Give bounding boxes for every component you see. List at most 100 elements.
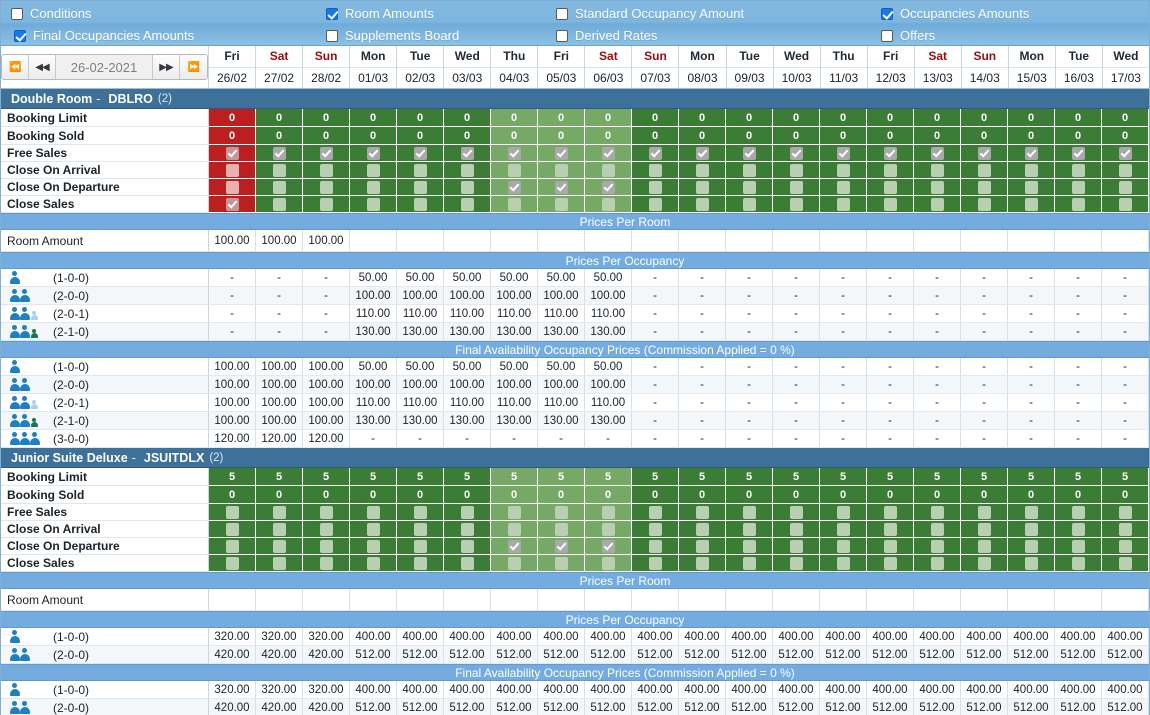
availability-checkbox-icon[interactable] — [225, 180, 239, 194]
availability-cell[interactable]: 0 — [773, 127, 820, 145]
availability-cell[interactable]: 5 — [350, 468, 397, 486]
availability-checkbox-icon[interactable] — [1071, 180, 1085, 194]
occupancy-price-cell[interactable]: 400.00 — [961, 628, 1008, 646]
availability-cell[interactable] — [961, 162, 1008, 179]
occupancy-price-cell[interactable]: 320.00 — [256, 628, 303, 646]
availability-cell[interactable]: 0 — [1008, 486, 1055, 504]
date-column[interactable]: Tue 16/03 — [1055, 46, 1103, 88]
availability-checkbox-icon[interactable] — [319, 505, 333, 519]
availability-checkbox-icon[interactable] — [601, 539, 615, 553]
room-amount-cell[interactable] — [914, 589, 961, 611]
room-amount-cell[interactable] — [961, 230, 1008, 252]
availability-checkbox-icon[interactable] — [977, 505, 991, 519]
availability-checkbox-icon[interactable] — [507, 522, 521, 536]
availability-cell[interactable] — [1102, 504, 1149, 521]
occupancy-price-cell[interactable]: 512.00 — [679, 646, 726, 664]
occupancy-price-cell[interactable]: 50.00 — [585, 269, 632, 287]
occupancy-price-cell[interactable]: 400.00 — [444, 628, 491, 646]
checkbox-icon[interactable] — [326, 7, 338, 20]
availability-checkbox-icon[interactable] — [507, 505, 521, 519]
availability-cell[interactable]: 0 — [961, 127, 1008, 145]
availability-cell[interactable]: 0 — [867, 486, 914, 504]
availability-checkbox-icon[interactable] — [883, 539, 897, 553]
availability-cell[interactable]: 0 — [1102, 127, 1149, 145]
availability-checkbox-icon[interactable] — [272, 146, 286, 160]
occupancy-price-cell[interactable]: 100.00 — [538, 287, 585, 305]
availability-cell[interactable] — [726, 504, 773, 521]
availability-cell[interactable] — [820, 145, 867, 162]
availability-cell[interactable] — [726, 162, 773, 179]
availability-cell[interactable] — [1055, 162, 1102, 179]
availability-cell[interactable]: 5 — [632, 468, 679, 486]
filter-option-derived-rates[interactable]: Derived Rates — [556, 28, 657, 43]
date-column[interactable]: Mon 01/03 — [350, 46, 398, 88]
occupancy-price-cell[interactable]: 512.00 — [726, 646, 773, 664]
availability-cell[interactable] — [820, 538, 867, 555]
availability-cell[interactable] — [491, 504, 538, 521]
occupancy-price-cell[interactable]: - — [209, 287, 256, 305]
availability-checkbox-icon[interactable] — [225, 522, 239, 536]
occupancy-price-cell[interactable]: - — [961, 323, 1008, 341]
availability-cell[interactable]: 0 — [632, 486, 679, 504]
availability-checkbox-icon[interactable] — [1071, 197, 1085, 211]
availability-cell[interactable]: 0 — [1055, 109, 1102, 127]
room-amount-cell[interactable] — [773, 230, 820, 252]
availability-checkbox-icon[interactable] — [789, 163, 803, 177]
availability-cell[interactable] — [397, 162, 444, 179]
room-amount-cell[interactable] — [1055, 589, 1102, 611]
occupancy-price-cell[interactable]: 512.00 — [773, 646, 820, 664]
availability-cell[interactable] — [585, 179, 632, 196]
availability-cell[interactable]: 0 — [538, 486, 585, 504]
occupancy-price-cell[interactable]: 420.00 — [256, 646, 303, 664]
filter-option-supplements-board[interactable]: Supplements Board — [326, 28, 459, 43]
occupancy-price-cell[interactable]: - — [303, 305, 350, 323]
occupancy-price-cell[interactable]: - — [914, 323, 961, 341]
availability-cell[interactable] — [209, 504, 256, 521]
availability-cell[interactable] — [350, 179, 397, 196]
availability-checkbox-icon[interactable] — [1118, 197, 1132, 211]
date-column[interactable]: Wed 10/03 — [773, 46, 821, 88]
room-amount-cell[interactable] — [209, 589, 256, 611]
availability-cell[interactable] — [303, 162, 350, 179]
availability-checkbox-icon[interactable] — [366, 146, 380, 160]
availability-cell[interactable] — [679, 521, 726, 538]
availability-cell[interactable]: 0 — [961, 109, 1008, 127]
availability-cell[interactable]: 0 — [303, 109, 350, 127]
occupancy-price-cell[interactable]: - — [726, 287, 773, 305]
availability-checkbox-icon[interactable] — [930, 522, 944, 536]
availability-cell[interactable] — [914, 555, 961, 572]
availability-checkbox-icon[interactable] — [366, 556, 380, 570]
availability-cell[interactable]: 0 — [820, 486, 867, 504]
availability-checkbox-icon[interactable] — [695, 180, 709, 194]
filter-option-room-amounts[interactable]: Room Amounts — [326, 6, 434, 21]
availability-checkbox-icon[interactable] — [742, 180, 756, 194]
availability-checkbox-icon[interactable] — [648, 505, 662, 519]
occupancy-price-cell[interactable]: - — [820, 269, 867, 287]
availability-checkbox-icon[interactable] — [601, 197, 615, 211]
availability-checkbox-icon[interactable] — [648, 146, 662, 160]
availability-cell[interactable] — [867, 504, 914, 521]
availability-cell[interactable] — [914, 521, 961, 538]
occupancy-price-cell[interactable]: - — [1008, 323, 1055, 341]
availability-cell[interactable]: 0 — [444, 127, 491, 145]
availability-checkbox-icon[interactable] — [1024, 505, 1038, 519]
room-amount-cell[interactable] — [444, 230, 491, 252]
availability-cell[interactable]: 5 — [961, 468, 1008, 486]
availability-cell[interactable] — [1055, 538, 1102, 555]
availability-checkbox-icon[interactable] — [648, 163, 662, 177]
occupancy-price-cell[interactable]: - — [632, 305, 679, 323]
occupancy-price-cell[interactable]: 512.00 — [961, 646, 1008, 664]
occupancy-price-cell[interactable]: - — [1102, 287, 1149, 305]
availability-cell[interactable] — [397, 538, 444, 555]
date-input[interactable]: 26-02-2021 — [56, 55, 153, 79]
availability-cell[interactable] — [726, 555, 773, 572]
occupancy-price-cell[interactable]: 50.00 — [538, 269, 585, 287]
availability-cell[interactable] — [1008, 504, 1055, 521]
availability-cell[interactable]: 0 — [726, 109, 773, 127]
occupancy-price-cell[interactable]: 400.00 — [585, 628, 632, 646]
availability-cell[interactable] — [914, 145, 961, 162]
occupancy-price-cell[interactable]: - — [914, 287, 961, 305]
availability-cell[interactable] — [585, 521, 632, 538]
availability-cell[interactable] — [209, 162, 256, 179]
availability-checkbox-icon[interactable] — [1071, 522, 1085, 536]
